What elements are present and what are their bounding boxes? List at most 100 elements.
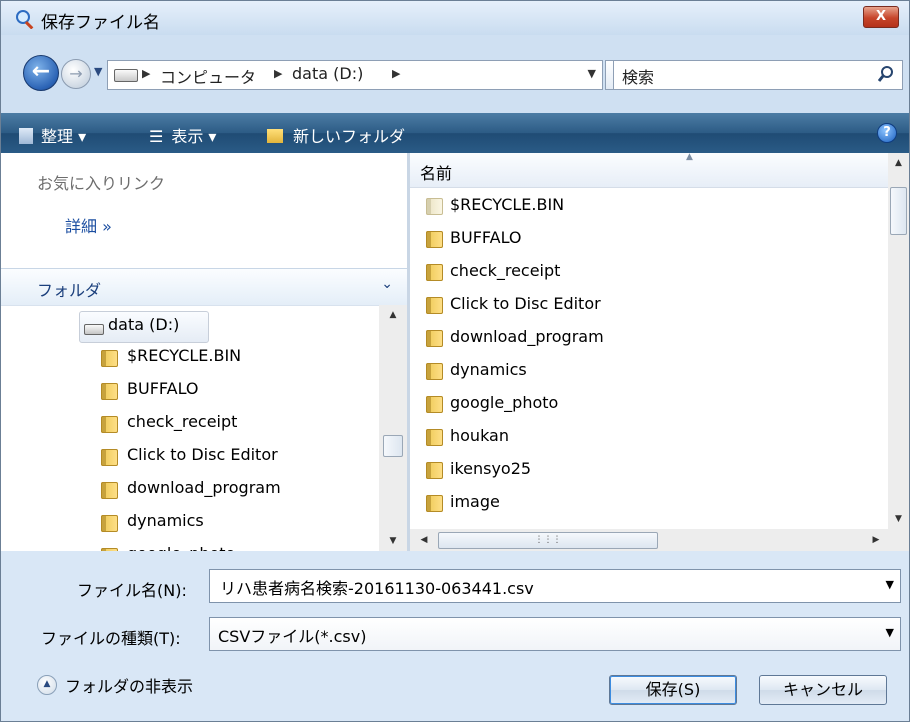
breadcrumb-computer[interactable]: コンピュータ	[160, 64, 256, 88]
forward-button[interactable]: →	[61, 59, 91, 89]
tree-item-drive[interactable]: data (D:)	[79, 311, 209, 343]
list-item-label: $RECYCLE.BIN	[450, 195, 565, 214]
folder-icon	[426, 396, 443, 413]
scroll-thumb[interactable]	[383, 435, 403, 457]
back-button[interactable]: ←	[23, 55, 59, 91]
details-link[interactable]: 詳細 »	[65, 213, 112, 237]
column-header-label: 名前	[420, 164, 453, 183]
breadcrumb-separator-icon[interactable]: ▶	[142, 67, 150, 80]
filetype-select[interactable]: CSVファイル(*.csv) ▼	[209, 617, 901, 651]
folder-icon	[426, 462, 443, 479]
tree-item-label: BUFFALO	[127, 379, 199, 398]
cancel-button[interactable]: キャンセル	[759, 675, 887, 705]
column-header-name[interactable]: ▲ 名前	[410, 152, 888, 188]
tree-item-label: $RECYCLE.BIN	[127, 346, 242, 365]
tree-item-label: check_receipt	[127, 412, 238, 431]
folder-icon	[101, 350, 118, 367]
new-folder-label: 新しいフォルダ	[293, 127, 406, 146]
drive-icon	[114, 69, 138, 82]
views-label: 表示 ▾	[171, 127, 217, 146]
filetype-value: CSVファイル(*.csv)	[218, 627, 367, 646]
scroll-up-icon[interactable]: ▲	[888, 153, 909, 173]
window-title: 保存ファイル名	[41, 13, 160, 33]
filename-field[interactable]: リハ患者病名検索-20161130-063441.csv ▼	[209, 569, 901, 603]
favorite-links-heading: お気に入りリンク	[37, 174, 166, 193]
list-item-label: ikensyo25	[450, 459, 532, 478]
search-input[interactable]: 検索	[613, 60, 903, 90]
folder-icon	[426, 264, 443, 281]
help-icon[interactable]: ?	[877, 123, 897, 143]
new-folder-button[interactable]: 新しいフォルダ	[267, 123, 405, 147]
chevron-down-icon[interactable]: ▼	[886, 626, 894, 639]
drive-icon	[84, 324, 104, 335]
file-list-vscrollbar[interactable]: ▲ ▼	[888, 153, 909, 529]
tree-item-label: google_photo	[127, 544, 235, 551]
list-item-label: houkan	[450, 426, 509, 445]
scroll-up-icon[interactable]: ▲	[379, 305, 407, 325]
filename-value: リハ患者病名検索-20161130-063441.csv	[220, 579, 534, 598]
folder-icon	[426, 198, 443, 215]
search-icon[interactable]	[878, 65, 894, 83]
navigation-pane: お気に入りリンク 詳細 » フォルダ ⌄ data (D:) $RECYCLE.…	[1, 153, 407, 551]
folder-icon	[426, 429, 443, 446]
folders-heading: フォルダ	[37, 281, 102, 300]
hide-folders-label: フォルダの非表示	[65, 677, 194, 696]
address-row: ← → ▼ ▶ コンピュータ ▶ data (D:) ▶ ▼ ⇄ 検索	[1, 47, 909, 103]
history-dropdown-icon[interactable]: ▼	[94, 65, 102, 78]
chevron-down-icon[interactable]: ⌄	[381, 276, 393, 292]
folder-icon	[426, 363, 443, 380]
views-icon: ☰	[149, 127, 164, 146]
folder-icon	[101, 383, 118, 400]
tree-item-label: dynamics	[127, 511, 204, 530]
tree-item-label: download_program	[127, 478, 281, 497]
tree-item-label: Click to Disc Editor	[127, 445, 278, 464]
organize-menu[interactable]: 整理 ▾	[19, 123, 86, 147]
save-button[interactable]: 保存(S)	[609, 675, 737, 705]
folders-header[interactable]: フォルダ ⌄	[1, 268, 407, 306]
breadcrumb-separator-icon[interactable]: ▶	[392, 67, 400, 80]
list-item-label: Click to Disc Editor	[450, 294, 601, 313]
tree-item-label: data (D:)	[108, 315, 180, 334]
address-bar[interactable]: ▶ コンピュータ ▶ data (D:) ▶ ▼	[107, 60, 603, 90]
scroll-down-icon[interactable]: ▼	[888, 509, 909, 529]
folder-icon	[101, 449, 118, 466]
new-folder-icon	[267, 129, 283, 143]
folder-icon	[426, 330, 443, 347]
folder-tree: data (D:) $RECYCLE.BIN BUFFALO check_rec…	[1, 305, 379, 551]
scroll-thumb[interactable]: ⋮⋮⋮	[438, 532, 658, 549]
scroll-right-icon[interactable]: ▶	[866, 529, 886, 551]
file-list-hscrollbar[interactable]: ◀ ⋮⋮⋮ ▶	[410, 529, 888, 551]
save-dialog: 保存ファイル名 X ← → ▼ ▶ コンピュータ ▶ data (D:) ▶ ▼…	[0, 0, 910, 722]
title-bar: 保存ファイル名 X	[1, 1, 909, 35]
folder-icon	[101, 515, 118, 532]
views-menu[interactable]: ☰ 表示 ▾	[149, 123, 216, 147]
list-item-label: image	[450, 492, 500, 511]
collapse-up-icon: ▲	[37, 675, 57, 695]
list-item-label: dynamics	[450, 360, 527, 379]
breadcrumb-separator-icon[interactable]: ▶	[274, 67, 282, 80]
list-item-label: google_photo	[450, 393, 559, 412]
close-button[interactable]: X	[863, 6, 899, 28]
folder-icon	[101, 416, 118, 433]
folder-icon	[426, 231, 443, 248]
breadcrumb-drive[interactable]: data (D:)	[292, 64, 363, 83]
scroll-down-icon[interactable]: ▼	[379, 531, 407, 551]
filetype-label: ファイルの種類(T):	[41, 629, 181, 648]
folder-icon	[101, 482, 118, 499]
command-toolbar: 整理 ▾ ☰ 表示 ▾ 新しいフォルダ ?	[1, 113, 909, 153]
folder-icon	[426, 495, 443, 512]
scroll-corner	[888, 529, 909, 551]
search-placeholder: 検索	[622, 68, 655, 87]
scroll-thumb[interactable]	[890, 187, 907, 235]
file-list: ▲ 名前 $RECYCLE.BIN BUFFALO check_receipt …	[410, 152, 909, 551]
list-item-label: download_program	[450, 327, 604, 346]
list-item-label: BUFFALO	[450, 228, 522, 247]
organize-icon	[19, 128, 33, 144]
save-options-panel: ファイル名(N): リハ患者病名検索-20161130-063441.csv ▼…	[1, 551, 909, 721]
search-folder-icon	[16, 10, 34, 29]
address-dropdown-icon[interactable]: ▼	[588, 67, 596, 80]
tree-scrollbar[interactable]: ▲ ▼	[379, 305, 407, 551]
chevron-down-icon[interactable]: ▼	[886, 578, 894, 591]
folder-icon	[426, 297, 443, 314]
scroll-left-icon[interactable]: ◀	[414, 529, 434, 551]
